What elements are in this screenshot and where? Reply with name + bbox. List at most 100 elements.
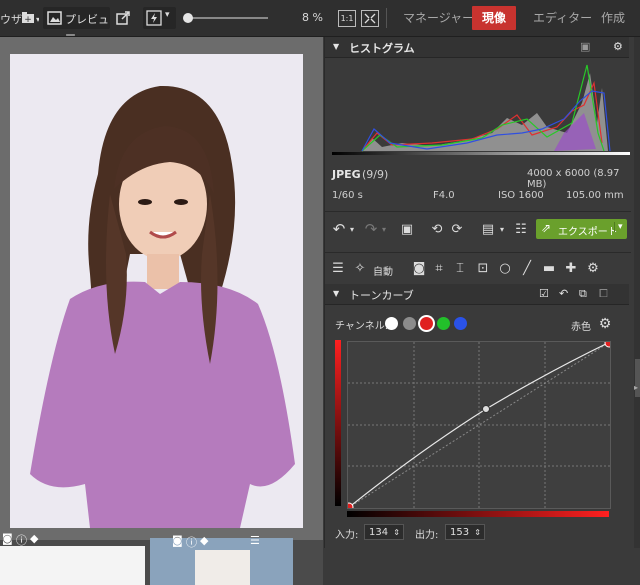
flash-mode-button[interactable]: ▾ bbox=[143, 7, 176, 29]
filmstrip-thumbnail[interactable] bbox=[0, 546, 145, 585]
export-button[interactable]: ⇗ エクスポート ▾ bbox=[536, 219, 627, 239]
brush-icon[interactable]: ╱ bbox=[519, 261, 535, 277]
camera-icon: ◙ bbox=[172, 534, 183, 547]
tag-icon: ◆ bbox=[30, 532, 39, 545]
gear-icon[interactable]: ⚙ bbox=[597, 316, 613, 332]
tone-curve-graph[interactable] bbox=[344, 338, 614, 512]
panel-scrollbar[interactable] bbox=[634, 37, 640, 548]
focal-length: 105.00 mm bbox=[566, 190, 624, 201]
thumbnail-image bbox=[195, 550, 250, 585]
output-label: 出力: bbox=[415, 530, 439, 541]
divider bbox=[325, 211, 631, 212]
chevron-down-icon[interactable]: ▾ bbox=[614, 222, 623, 232]
preview-button[interactable]: プレビュー bbox=[43, 7, 110, 42]
svg-text:+: + bbox=[24, 15, 32, 25]
image-icon bbox=[47, 11, 62, 25]
curve-white-point[interactable] bbox=[604, 338, 614, 348]
filmstrip: ◙ ⓘ ◆ ◙ ⓘ ◆ ☰ bbox=[0, 532, 323, 585]
camera-toggle-icon[interactable]: ▣ bbox=[580, 40, 590, 53]
file-dimensions: 4000 x 6000 (8.97 MB) bbox=[527, 168, 620, 190]
input-value: 134 bbox=[369, 527, 389, 538]
tone-curve-header[interactable]: ▼ トーンカーブ ☑ ↶ ⧉ ⧠ bbox=[325, 284, 629, 305]
channel-rgb-swatch[interactable] bbox=[385, 317, 398, 330]
reset-icon[interactable]: ↶ bbox=[559, 287, 568, 300]
channel-label: チャンネル: bbox=[335, 321, 389, 332]
gear-icon[interactable]: ⚙ bbox=[613, 40, 623, 53]
current-channel: 赤色 bbox=[571, 322, 591, 333]
histogram-title: ヒストグラム bbox=[349, 42, 415, 55]
rotate-right-icon[interactable]: ⟳ bbox=[449, 222, 465, 238]
external-window-icon[interactable] bbox=[115, 7, 131, 29]
histogram-header[interactable]: ▼ ヒストグラム ▣ ⚙ bbox=[325, 37, 629, 58]
healing-icon[interactable]: ✚ bbox=[563, 261, 579, 277]
file-index: (9/9) bbox=[362, 168, 389, 181]
gear-icon[interactable]: ⚙ bbox=[585, 261, 601, 277]
histogram-graph bbox=[332, 63, 630, 155]
tab-develop[interactable]: 現像 bbox=[472, 6, 517, 30]
export-label: エクスポート bbox=[558, 227, 618, 238]
iso: ISO 1600 bbox=[498, 190, 544, 201]
enable-checkbox[interactable]: ☑ bbox=[539, 287, 549, 300]
sliders-icon[interactable]: ☰ bbox=[330, 261, 346, 277]
chevron-down-icon[interactable]: ▾ bbox=[347, 222, 357, 238]
crop-icon[interactable]: ⌗ bbox=[431, 261, 447, 277]
straighten-icon[interactable]: ⊡ bbox=[475, 261, 491, 277]
magic-wand-icon[interactable]: ✧ bbox=[352, 261, 368, 277]
chevron-down-icon: ▾ bbox=[165, 10, 170, 20]
svg-text:▾: ▾ bbox=[36, 15, 39, 24]
divider bbox=[386, 8, 387, 28]
tag-icon: ◆ bbox=[200, 534, 209, 547]
output-value: 153 bbox=[450, 527, 470, 538]
curve-black-point[interactable] bbox=[344, 502, 354, 512]
tab-manager[interactable]: マネージャー bbox=[393, 6, 484, 30]
fit-screen-icon[interactable] bbox=[361, 10, 379, 27]
channel-blue-swatch[interactable] bbox=[454, 317, 467, 330]
image-viewer: ◙ ⓘ ◆ ◙ ⓘ ◆ ☰ bbox=[0, 37, 323, 585]
undo-icon[interactable]: ↶ bbox=[331, 221, 347, 237]
radial-filter-icon[interactable]: ○ bbox=[497, 261, 513, 277]
output-value-field[interactable]: 153 ⇕ bbox=[445, 524, 485, 540]
output-gradient-bar bbox=[335, 340, 341, 506]
lightning-icon bbox=[146, 10, 162, 26]
channel-luminance-swatch[interactable] bbox=[403, 317, 416, 330]
main-photo bbox=[10, 54, 303, 528]
channel-green-swatch[interactable] bbox=[437, 317, 450, 330]
stepper-icon[interactable]: ⇕ bbox=[474, 525, 481, 541]
zoom-percent: 8 % bbox=[302, 11, 323, 24]
shutter-speed: 1/60 s bbox=[332, 190, 363, 201]
chevron-down-icon[interactable]: ▾ bbox=[379, 222, 389, 238]
chevron-down-icon[interactable]: ▾ bbox=[497, 222, 507, 238]
actual-size-button[interactable]: 1:1 bbox=[338, 10, 356, 27]
collapse-icon[interactable]: ▼ bbox=[333, 42, 339, 51]
redo-icon[interactable]: ↷ bbox=[363, 221, 379, 237]
collapse-icon[interactable]: ▼ bbox=[333, 289, 339, 298]
perspective-icon[interactable]: ⌶ bbox=[452, 261, 468, 277]
copy-icon[interactable]: ⧉ bbox=[579, 287, 587, 301]
auto-label[interactable]: 自動 bbox=[373, 263, 393, 278]
aperture: F4.0 bbox=[433, 190, 455, 201]
gradient-icon[interactable]: ▬ bbox=[541, 261, 557, 277]
camera-icon[interactable]: ◙ bbox=[411, 261, 427, 277]
stepper-icon[interactable]: ⇕ bbox=[393, 525, 400, 541]
paste-icon[interactable]: ⧠ bbox=[599, 287, 608, 301]
channel-red-swatch[interactable] bbox=[420, 317, 433, 330]
input-value-field[interactable]: 134 ⇕ bbox=[364, 524, 404, 540]
tone-curve-title: トーンカーブ bbox=[349, 289, 414, 302]
export-settings-icon[interactable]: ☷ bbox=[513, 222, 529, 238]
save-icon[interactable]: ▤ bbox=[480, 222, 496, 238]
curve-control-point[interactable] bbox=[482, 405, 490, 413]
input-label: 入力: bbox=[335, 530, 359, 541]
image-icon[interactable]: ▣ bbox=[399, 222, 415, 238]
tab-create[interactable]: 作成 bbox=[591, 6, 635, 30]
adjustments-icon: ☰ bbox=[250, 534, 260, 547]
input-gradient-bar bbox=[347, 511, 609, 517]
zoom-slider-handle[interactable] bbox=[183, 13, 194, 23]
info-icon: ⓘ bbox=[16, 534, 27, 547]
export-icon: ⇗ bbox=[541, 221, 552, 235]
add-folder-icon[interactable]: + ▾ bbox=[19, 7, 40, 29]
collapse-panel-icon[interactable]: ▸ bbox=[634, 383, 638, 392]
rotate-left-icon[interactable]: ⟲ bbox=[429, 222, 445, 238]
file-format: JPEG bbox=[332, 168, 361, 181]
zoom-slider[interactable] bbox=[183, 13, 268, 23]
divider bbox=[325, 252, 631, 253]
